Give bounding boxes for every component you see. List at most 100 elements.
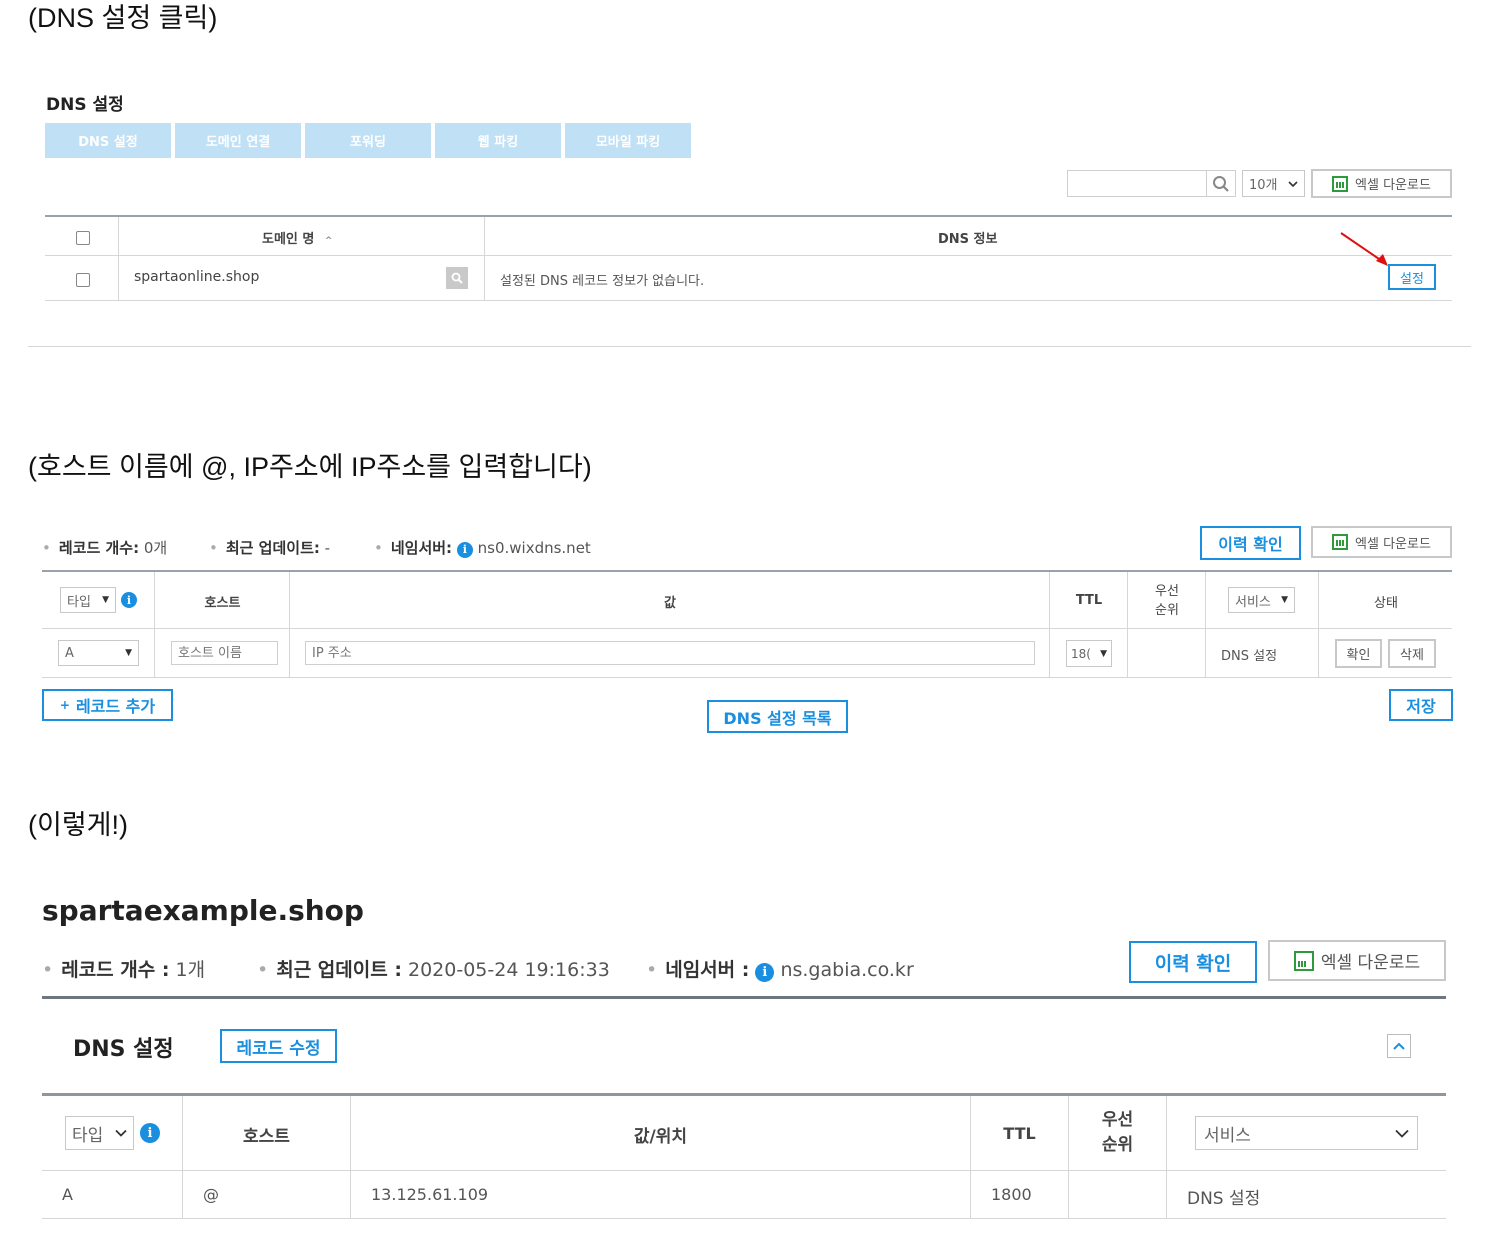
col-priority: 우선순위 bbox=[1129, 582, 1205, 620]
delete-button[interactable]: 삭제 bbox=[1388, 639, 1436, 668]
excel-icon bbox=[1332, 175, 1349, 192]
service-filter-label: 서비스 bbox=[1235, 594, 1271, 610]
chevron-down-icon bbox=[115, 1129, 127, 1137]
tab-mobile-parking[interactable]: 모바일 파킹 bbox=[565, 123, 691, 158]
panel3-excel-button[interactable]: 엑셀 다운로드 bbox=[1268, 940, 1446, 981]
type-info-icon[interactable]: i bbox=[121, 592, 137, 608]
ttl-value: 18( bbox=[1071, 646, 1091, 661]
record-count-label: 레코드 개수 : bbox=[61, 959, 170, 981]
host-name-input[interactable] bbox=[171, 641, 278, 665]
dropdown-arrow-icon: ▼ bbox=[1100, 648, 1107, 659]
col-priority-line2: 순위 bbox=[1155, 603, 1179, 618]
search-icon[interactable] bbox=[1207, 170, 1236, 197]
type-filter-select[interactable]: 타입 ▼ bbox=[60, 587, 116, 613]
history-button[interactable]: 이력 확인 bbox=[1129, 941, 1257, 983]
excel-label: 엑셀 다운로드 bbox=[1355, 178, 1431, 193]
tab-forwarding[interactable]: 포워딩 bbox=[305, 123, 431, 158]
row-host: @ bbox=[203, 1185, 219, 1204]
panel1-page-size-select[interactable]: 10개 bbox=[1242, 170, 1305, 197]
col-ttl: TTL bbox=[1075, 593, 1103, 608]
row-service: DNS 설정 bbox=[1187, 1189, 1261, 1209]
plus-icon: + bbox=[59, 698, 70, 712]
tab-domain-connect[interactable]: 도메인 연결 bbox=[175, 123, 301, 158]
chevron-down-icon bbox=[1395, 1129, 1409, 1138]
col-status: 상태 bbox=[1374, 596, 1398, 611]
record-type-value: A bbox=[65, 645, 74, 661]
collapse-button[interactable] bbox=[1387, 1034, 1411, 1058]
panel1-excel-button[interactable]: 엑셀 다운로드 bbox=[1311, 169, 1452, 198]
ns-value: ns0.wixdns.net bbox=[477, 539, 591, 557]
row-value: 13.125.61.109 bbox=[371, 1185, 489, 1204]
col-value-location: 값/위치 bbox=[633, 1127, 688, 1147]
updated-value: - bbox=[324, 539, 331, 557]
col-host: 호스트 bbox=[204, 596, 241, 611]
col-priority-line1: 우선 bbox=[1155, 584, 1179, 599]
row-dns-info: 설정된 DNS 레코드 정보가 없습니다. bbox=[500, 274, 705, 289]
info-icon: i bbox=[755, 963, 775, 982]
panel1-search-input[interactable] bbox=[1067, 170, 1207, 197]
ns-label: 네임서버 : bbox=[665, 959, 750, 981]
col-dns-info: DNS 정보 bbox=[938, 232, 998, 247]
type-info-icon[interactable]: i bbox=[140, 1123, 160, 1143]
tab-web-parking[interactable]: 웹 파킹 bbox=[435, 123, 561, 158]
caption-1: (DNS 설정 클릭) bbox=[28, 3, 218, 33]
panel3-nameserver: • 네임서버 : i ns.gabia.co.kr bbox=[646, 959, 914, 982]
tab-dns-settings[interactable]: DNS 설정 bbox=[45, 123, 171, 158]
confirm-button[interactable]: 확인 bbox=[1335, 639, 1382, 668]
service-filter-select[interactable]: 서비스 ▼ bbox=[1228, 587, 1295, 613]
row-type: A bbox=[62, 1185, 73, 1204]
page-size-value: 10개 bbox=[1249, 178, 1278, 193]
panel2-nameserver: • 네임서버: i ns0.wixdns.net bbox=[374, 539, 591, 558]
record-count-label: 레코드 개수: bbox=[58, 539, 140, 557]
col-ttl: TTL bbox=[1003, 1124, 1036, 1143]
col-priority-line2: 순위 bbox=[1101, 1135, 1134, 1155]
excel-label: 엑셀 다운로드 bbox=[1320, 953, 1421, 973]
ns-value: ns.gabia.co.kr bbox=[780, 959, 914, 981]
panel3-updated: • 최근 업데이트 : 2020-05-24 19:16:33 bbox=[257, 959, 610, 981]
type-filter-label: 타입 bbox=[67, 594, 91, 610]
panel2-excel-button[interactable]: 엑셀 다운로드 bbox=[1311, 526, 1452, 558]
row-domain-name: spartaonline.shop bbox=[134, 269, 260, 285]
service-filter-label: 서비스 bbox=[1204, 1125, 1251, 1146]
type-filter-label: 타입 bbox=[72, 1125, 104, 1146]
domain-search-icon[interactable] bbox=[446, 267, 468, 289]
red-arrow-annotation bbox=[1340, 232, 1388, 266]
type-filter-select[interactable]: 타입 bbox=[65, 1116, 134, 1150]
history-button[interactable]: 이력 확인 bbox=[1200, 526, 1301, 560]
caption-3: (이렇게!) bbox=[28, 810, 129, 840]
updated-label: 최근 업데이트 : bbox=[276, 959, 402, 981]
excel-label: 엑셀 다운로드 bbox=[1355, 536, 1431, 552]
chevron-up-icon bbox=[1393, 1042, 1405, 1050]
updated-value: 2020-05-24 19:16:33 bbox=[407, 959, 610, 981]
section-title: DNS 설정 bbox=[73, 1037, 174, 1062]
col-domain-label: 도메인 명 bbox=[262, 232, 315, 247]
chevron-down-icon bbox=[1288, 180, 1298, 187]
add-record-label: 레코드 추가 bbox=[75, 697, 156, 716]
dropdown-arrow-icon: ▼ bbox=[1281, 595, 1288, 605]
sort-asc-icon[interactable]: ^ bbox=[325, 236, 333, 246]
panel3-record-count: • 레코드 개수 : 1개 bbox=[42, 959, 206, 981]
row-service: DNS 설정 bbox=[1221, 649, 1278, 664]
panel2-record-count: • 레코드 개수: 0개 bbox=[42, 539, 168, 557]
select-all-checkbox[interactable] bbox=[76, 231, 90, 245]
record-count-value: 0개 bbox=[143, 539, 168, 557]
dropdown-arrow-icon: ▼ bbox=[102, 595, 109, 605]
col-domain-name[interactable]: 도메인 명 ^ bbox=[262, 228, 332, 247]
excel-icon bbox=[1293, 950, 1314, 971]
caption-2: (호스트 이름에 @, IP주소에 IP주소를 입력합니다) bbox=[28, 452, 592, 482]
edit-record-button[interactable]: 레코드 수정 bbox=[220, 1029, 337, 1063]
ip-address-input[interactable] bbox=[305, 641, 1035, 665]
row-checkbox[interactable] bbox=[76, 273, 90, 287]
excel-icon bbox=[1332, 534, 1349, 550]
col-priority: 우선 순위 bbox=[1069, 1108, 1166, 1158]
record-type-select[interactable]: A ▼ bbox=[58, 640, 139, 666]
service-filter-select[interactable]: 서비스 bbox=[1195, 1116, 1418, 1150]
panel1-title: DNS 설정 bbox=[46, 95, 124, 115]
col-value: 값 bbox=[664, 596, 676, 611]
add-record-button[interactable]: + 레코드 추가 bbox=[42, 689, 173, 721]
ttl-select[interactable]: 18( ▼ bbox=[1066, 640, 1112, 667]
dns-list-button[interactable]: DNS 설정 목록 bbox=[707, 700, 848, 733]
save-button[interactable]: 저장 bbox=[1389, 689, 1453, 721]
dns-set-button[interactable]: 설정 bbox=[1388, 264, 1436, 290]
updated-label: 최근 업데이트: bbox=[225, 539, 320, 557]
